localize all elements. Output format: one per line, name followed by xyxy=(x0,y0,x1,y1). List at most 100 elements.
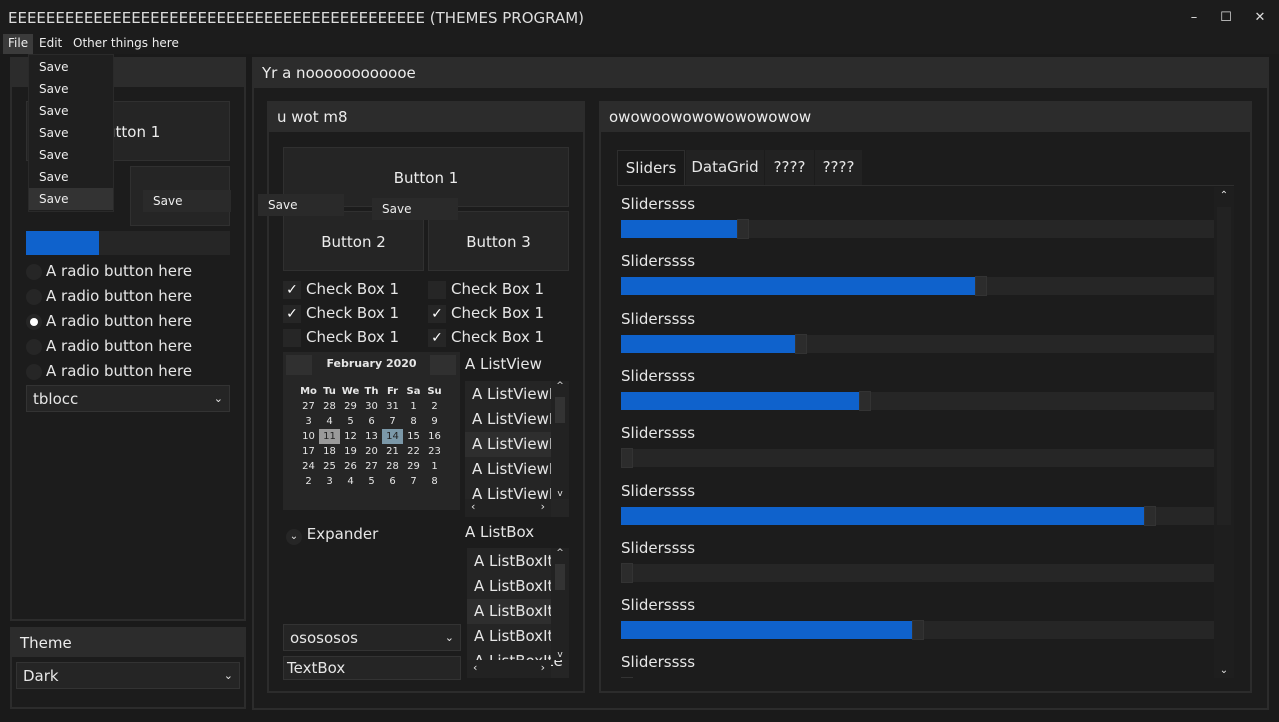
calendar-day[interactable]: 28 xyxy=(382,459,403,474)
radio-circle-icon[interactable] xyxy=(26,288,42,305)
mid-button-3[interactable]: Button 3 xyxy=(428,211,569,271)
slider-thumb[interactable] xyxy=(912,620,924,641)
calendar-day[interactable]: 25 xyxy=(319,459,340,474)
file-menu-item-save[interactable]: Save xyxy=(29,188,113,210)
calendar-day[interactable]: 24 xyxy=(298,459,319,474)
listview[interactable]: A ListViewIt A ListViewIt A ListViewIt A Li… xyxy=(465,381,569,517)
submenu-item-1[interactable]: Save xyxy=(143,190,231,212)
calendar-day[interactable]: 18 xyxy=(319,444,340,459)
slider-thumb[interactable] xyxy=(621,448,633,469)
submenu-item-2[interactable]: Save xyxy=(258,194,344,216)
radio-circle-icon[interactable] xyxy=(26,338,42,355)
submenu-item-3[interactable]: Save xyxy=(372,198,458,220)
close-icon[interactable]: ✕ xyxy=(1248,8,1272,28)
calendar-day[interactable]: 7 xyxy=(382,414,403,429)
calendar[interactable]: February 2020 Mo Tu We Th Fr Sa Su 27 28 29 30 31 1 2… xyxy=(283,352,460,510)
tab-datagrid[interactable]: DataGrid xyxy=(686,150,764,185)
calendar-day[interactable]: 23 xyxy=(424,444,445,459)
listview-item[interactable]: A ListViewIt xyxy=(465,457,559,482)
checkbox[interactable]: ✓ Check Box 1 xyxy=(428,304,544,323)
menu-edit[interactable]: Edit xyxy=(34,34,67,54)
checkmark-icon[interactable]: ✓ xyxy=(428,304,446,323)
listbox-scroll-thumb[interactable] xyxy=(555,564,565,590)
chevron-up-icon[interactable]: ⌃ xyxy=(1214,190,1234,201)
calendar-day[interactable]: 30 xyxy=(361,399,382,414)
maximize-icon[interactable]: ☐ xyxy=(1214,8,1238,28)
mid-textbox[interactable]: TextBox xyxy=(283,656,461,680)
calendar-day[interactable]: 2 xyxy=(298,474,319,489)
chevron-down-icon[interactable]: ⌄ xyxy=(286,529,302,545)
listbox-hscroll[interactable]: ‹ › xyxy=(467,660,551,678)
calendar-day[interactable]: 1 xyxy=(424,459,445,474)
calendar-day[interactable]: 7 xyxy=(403,474,424,489)
chevron-left-icon[interactable]: ‹ xyxy=(471,500,475,513)
sliders-vscroll[interactable]: ⌃ ⌄ xyxy=(1214,187,1234,678)
listview-hscroll[interactable]: ‹ › xyxy=(465,499,551,517)
chevron-up-icon[interactable]: ^ xyxy=(551,548,569,558)
file-menu-item-save[interactable]: Save xyxy=(29,166,113,188)
calendar-day[interactable]: 5 xyxy=(361,474,382,489)
file-menu-item-save[interactable]: Save xyxy=(29,144,113,166)
calendar-month[interactable]: February 2020 xyxy=(283,357,460,370)
calendar-day[interactable]: 27 xyxy=(298,399,319,414)
listview-vscroll[interactable]: ^ v xyxy=(551,381,569,499)
chevron-right-icon[interactable]: › xyxy=(541,500,545,513)
calendar-day[interactable]: 21 xyxy=(382,444,403,459)
calendar-day[interactable]: 11 xyxy=(319,429,340,444)
file-menu-item-save[interactable]: Save xyxy=(29,56,113,78)
listbox-vscroll[interactable]: ^ v xyxy=(551,548,569,660)
file-menu-item-save[interactable]: Save xyxy=(29,78,113,100)
calendar-day[interactable]: 17 xyxy=(298,444,319,459)
slider[interactable] xyxy=(621,505,1214,526)
radio-circle-icon[interactable] xyxy=(26,263,42,280)
calendar-day[interactable]: 8 xyxy=(424,474,445,489)
expander[interactable]: ⌄ Expander xyxy=(286,525,378,545)
calendar-day[interactable]: 12 xyxy=(340,429,361,444)
listview-item[interactable]: A ListViewIt xyxy=(465,382,559,407)
tab-unknown-1[interactable]: ???? xyxy=(765,150,814,185)
calendar-day[interactable]: 8 xyxy=(403,414,424,429)
calendar-day[interactable]: 10 xyxy=(298,429,319,444)
chevron-left-icon[interactable]: ‹ xyxy=(473,661,477,674)
calendar-day[interactable]: 3 xyxy=(298,414,319,429)
calendar-day[interactable]: 16 xyxy=(424,429,445,444)
listview-item[interactable]: A ListViewIt xyxy=(465,432,559,457)
calendar-day[interactable]: 13 xyxy=(361,429,382,444)
chevron-down-icon[interactable]: v xyxy=(551,650,569,660)
calendar-day[interactable]: 3 xyxy=(319,474,340,489)
slider[interactable] xyxy=(621,333,1214,354)
calendar-day[interactable]: 19 xyxy=(340,444,361,459)
sliders-scroll-thumb[interactable] xyxy=(1217,207,1231,525)
radio-button[interactable]: A radio button here xyxy=(26,362,192,380)
checkmark-icon[interactable]: ✓ xyxy=(283,280,301,299)
checkbox[interactable]: ✓ Check Box 1 xyxy=(428,328,544,347)
theme-combo[interactable]: Dark ⌄ xyxy=(16,662,240,689)
slider[interactable] xyxy=(621,276,1214,297)
listbox[interactable]: A ListBoxIte A ListBoxIte A ListBoxIte A Li… xyxy=(467,548,569,678)
menu-file[interactable]: File xyxy=(3,34,34,54)
menu-other[interactable]: Other things here xyxy=(68,34,184,54)
slider-thumb[interactable] xyxy=(737,219,749,239)
radio-button[interactable]: A radio button here xyxy=(26,337,192,355)
calendar-day[interactable]: 6 xyxy=(361,414,382,429)
calendar-day[interactable]: 22 xyxy=(403,444,424,459)
chevron-down-icon[interactable]: v xyxy=(551,489,569,499)
chevron-right-icon[interactable]: › xyxy=(541,661,545,674)
slider[interactable] xyxy=(621,219,1214,239)
calendar-day[interactable]: 29 xyxy=(340,399,361,414)
tab-sliders[interactable]: Sliders xyxy=(617,150,685,185)
radio-button[interactable]: A radio button here xyxy=(26,312,192,330)
slider-thumb[interactable] xyxy=(621,677,633,678)
calendar-day[interactable]: 28 xyxy=(319,399,340,414)
calendar-day[interactable]: 4 xyxy=(340,474,361,489)
radio-circle-icon[interactable] xyxy=(26,313,42,330)
calendar-day[interactable]: 1 xyxy=(403,399,424,414)
listview-item[interactable]: A ListViewIt xyxy=(465,407,559,432)
file-menu-item-save[interactable]: Save xyxy=(29,100,113,122)
mid-button-2[interactable]: Button 2 xyxy=(283,211,424,271)
checkbox[interactable]: ✓ Check Box 1 xyxy=(283,280,399,299)
checkbox[interactable]: Check Box 1 xyxy=(283,328,399,347)
calendar-day[interactable]: 9 xyxy=(424,414,445,429)
left-combo[interactable]: tblocc ⌄ xyxy=(26,385,230,412)
calendar-day[interactable]: 31 xyxy=(382,399,403,414)
